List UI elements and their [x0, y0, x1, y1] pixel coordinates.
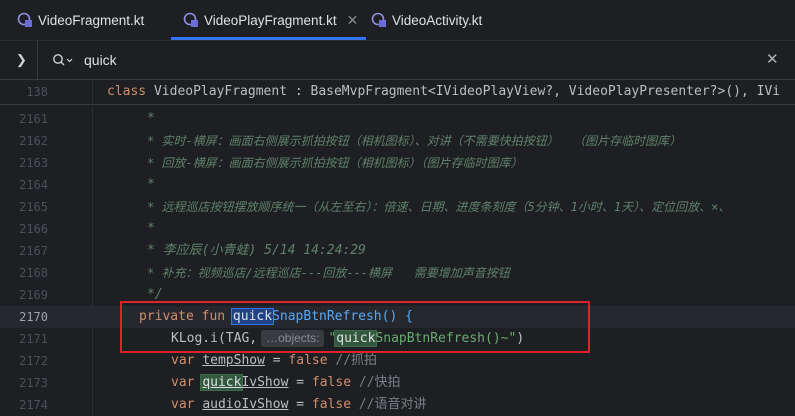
highlight-annotation-box	[120, 301, 590, 353]
tab-video-activity[interactable]: VideoActivity.kt	[371, 0, 482, 40]
line-number: 2163	[19, 156, 48, 170]
class-declaration: VideoPlayFragment : BaseMvpFragment<IVid…	[146, 84, 781, 99]
chevron-right-icon[interactable]: ❯	[16, 52, 27, 68]
kotlin-file-icon	[183, 12, 198, 27]
code-line: 2167 * 李应辰(小青蛙) 5/14 14:24:29	[0, 240, 795, 262]
code-line: 2174 var audioIvShow = false //语音对讲	[0, 394, 795, 416]
code-line: 2165 * 远程巡店按钮摆放顺序统一（从左至右）：倍速、日期、进度条刻度（5分…	[0, 196, 795, 218]
comment-text: * 远程巡店按钮摆放顺序统一（从左至右）：倍速、日期、进度条刻度（5分钟、1小时…	[147, 200, 731, 214]
operator: =	[264, 353, 289, 368]
comment-text: * 补充：视频巡店/远程巡店---回放---横屏 需要增加声音按钮	[147, 266, 510, 280]
code-line: 2168 * 补充：视频巡店/远程巡店---回放---横屏 需要增加声音按钮	[0, 262, 795, 284]
comment-text: *	[147, 111, 155, 126]
variable-name: IvShow	[241, 375, 289, 390]
code-line: 2163 * 回放-横屏：画面右侧展示抓拍按钮（相机图标）（图片存临时图库）	[0, 152, 795, 174]
find-bar: ❯ quick ✕	[0, 41, 795, 80]
sticky-code: class VideoPlayFragment : BaseMvpFragmen…	[107, 81, 780, 103]
line-number: 2161	[19, 112, 48, 126]
comment-text: * 回放-横屏：画面右侧展示抓拍按钮（相机图标）（图片存临时图库）	[147, 156, 523, 170]
tab-video-play-fragment[interactable]: VideoPlayFragment.kt ✕	[170, 0, 367, 40]
line-number: 2162	[19, 134, 48, 148]
line-number: 2168	[19, 266, 48, 280]
comment-text: *	[147, 221, 155, 236]
close-icon[interactable]: ✕	[766, 50, 779, 68]
line-number: 138	[26, 85, 48, 99]
code-line: 2161 *	[0, 108, 795, 130]
tab-label: VideoActivity.kt	[392, 12, 483, 28]
tab-label: VideoFragment.kt	[38, 12, 145, 28]
code-editor[interactable]: 2161 * 2162 * 实时-横屏：画面右侧展示抓拍按钮（相机图标）、对讲（…	[0, 108, 795, 416]
line-number: 2166	[19, 222, 48, 236]
divider	[37, 41, 38, 79]
line-number: 2174	[19, 398, 48, 412]
code-line: 2173 var quickIvShow = false //快拍	[0, 372, 795, 394]
operator: =	[288, 375, 312, 390]
operator: =	[288, 397, 312, 412]
keyword: false	[288, 353, 328, 368]
comment-text: *	[147, 177, 155, 192]
variable-name: tempShow	[202, 353, 265, 368]
keyword: false	[311, 397, 352, 412]
code-line: 2164 *	[0, 174, 795, 196]
code-line: 2166 *	[0, 218, 795, 240]
line-number: 2170	[19, 310, 48, 324]
comment-text: * 李应辰(小青蛙) 5/14 14:24:29	[147, 243, 366, 258]
keyword: class	[107, 84, 147, 99]
keyword: var	[171, 397, 203, 412]
variable-declaration: var quickIvShow = false //快拍	[171, 372, 401, 394]
line-number: 2164	[19, 178, 48, 192]
keyword: var	[171, 375, 203, 390]
search-match[interactable]: quick	[200, 374, 244, 391]
line-number: 2169	[19, 288, 48, 302]
inline-comment: //快拍	[351, 375, 401, 390]
search-input[interactable]: quick	[84, 52, 117, 68]
variable-declaration: var audioIvShow = false //语音对讲	[171, 394, 427, 416]
line-number: 2165	[19, 200, 48, 214]
sticky-class-header[interactable]: 138 class VideoPlayFragment : BaseMvpFra…	[0, 80, 795, 105]
keyword: false	[311, 375, 352, 390]
code-line: 2162 * 实时-横屏：画面右侧展示抓拍按钮（相机图标）、对讲（不需要快拍按钮…	[0, 130, 795, 152]
variable-declaration: var tempShow = false //抓拍	[171, 350, 377, 372]
kotlin-file-icon	[371, 12, 386, 27]
tab-label: VideoPlayFragment.kt	[204, 12, 337, 28]
code-line: 2172 var tempShow = false //抓拍	[0, 350, 795, 372]
tab-video-fragment[interactable]: VideoFragment.kt	[17, 0, 144, 40]
kotlin-file-icon	[17, 12, 32, 27]
line-number: 2172	[19, 354, 48, 368]
search-icon[interactable]	[52, 53, 74, 67]
inline-comment: //抓拍	[327, 353, 378, 368]
line-number: 2167	[19, 244, 48, 258]
keyword: var	[171, 353, 203, 368]
line-number: 2173	[19, 376, 48, 390]
close-icon[interactable]: ✕	[347, 12, 359, 29]
editor-tab-bar: VideoFragment.kt VideoPlayFragment.kt ✕ …	[0, 0, 795, 41]
variable-name: audioIvShow	[202, 397, 289, 412]
line-number: 2171	[19, 332, 48, 346]
comment-text: * 实时-横屏：画面右侧展示抓拍按钮（相机图标）、对讲（不需要快拍按钮） （图片…	[147, 134, 682, 148]
inline-comment: //语音对讲	[351, 397, 427, 412]
